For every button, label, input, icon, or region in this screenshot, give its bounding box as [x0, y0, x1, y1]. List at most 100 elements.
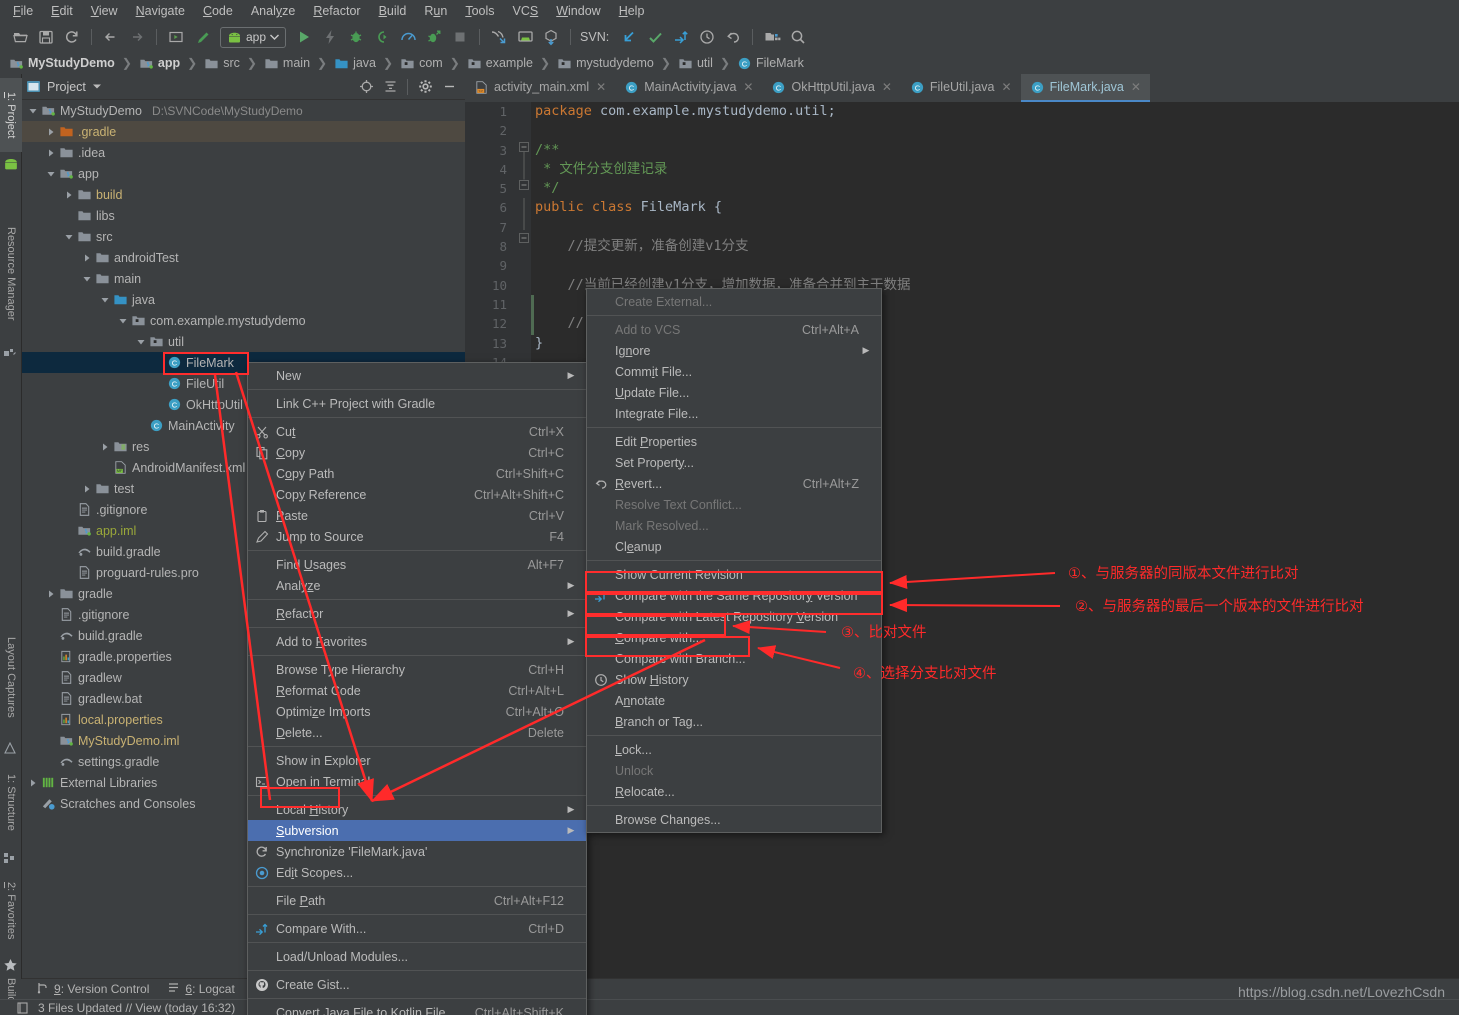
menu-tools[interactable]: Tools [456, 2, 503, 20]
collapse-all-icon[interactable] [378, 75, 402, 99]
submenu-item-cleanup[interactable]: Cleanup [587, 536, 881, 557]
editor-tab-activitymainxml[interactable]: <>activity_main.xml✕ [465, 74, 615, 102]
gradle-sync-icon[interactable] [190, 25, 214, 49]
tool-window-structure[interactable]: 1: Structure [0, 754, 22, 850]
context-menu-item-loadunloadmodules[interactable]: Load/Unload Modules... [248, 946, 586, 967]
context-menu-item-creategist[interactable]: Create Gist... [248, 974, 586, 995]
close-icon[interactable]: ✕ [882, 80, 892, 94]
editor-tab-filemarkjava[interactable]: CFileMark.java✕ [1021, 74, 1150, 102]
forward-arrow-icon[interactable] [125, 25, 149, 49]
tree-expander[interactable] [100, 441, 112, 453]
bottom-bar-9versioncontrol[interactable]: 9: Version Control [36, 981, 149, 997]
tree-expander[interactable] [46, 588, 58, 600]
chevron-right-icon[interactable] [28, 778, 38, 788]
submenu-item-unlock[interactable]: Unlock [587, 760, 881, 781]
compile-icon[interactable] [164, 25, 188, 49]
breadcrumb-item-app[interactable]: app [138, 56, 181, 71]
tree-row-gradle[interactable]: .gradle [22, 121, 465, 142]
tree-row-mystudydemo[interactable]: MyStudyDemoD:\SVNCode\MyStudyDemo [22, 100, 465, 121]
tree-expander[interactable] [28, 105, 40, 117]
editor-tab-okhttputiljava[interactable]: COkHttpUtil.java✕ [762, 74, 900, 102]
context-menu-item-new[interactable]: New▶ [248, 365, 586, 386]
context-menu-item-subversion[interactable]: Subversion▶ [248, 820, 586, 841]
context-menu-item-analyze[interactable]: Analyze▶ [248, 575, 586, 596]
context-menu-item-editscopes[interactable]: Edit Scopes... [248, 862, 586, 883]
avd-manager-icon[interactable] [513, 25, 537, 49]
debug-exit-icon[interactable] [422, 25, 446, 49]
menu-help[interactable]: Help [610, 2, 654, 20]
chevron-down-icon[interactable] [136, 337, 146, 347]
context-menu-item-showinexplorer[interactable]: Show in Explorer [248, 750, 586, 771]
submenu-item-updatefile[interactable]: Update File... [587, 382, 881, 403]
context-menu-item-optimizeimports[interactable]: Optimize ImportsCtrl+Alt+O [248, 701, 586, 722]
tree-expander[interactable] [46, 147, 58, 159]
debug-icon[interactable] [344, 25, 368, 49]
context-menu-item-cut[interactable]: CutCtrl+X [248, 421, 586, 442]
open-project-icon[interactable] [8, 25, 32, 49]
breadcrumb-item-util[interactable]: util [677, 56, 714, 71]
gear-icon[interactable] [413, 75, 437, 99]
tree-expander[interactable] [64, 189, 76, 201]
menu-file[interactable]: File [4, 2, 42, 20]
chevron-right-icon[interactable] [64, 190, 74, 200]
subversion-submenu[interactable]: Create External...Add to VCSCtrl+Alt+AIg… [586, 288, 882, 833]
sdk-manager-icon[interactable] [487, 25, 511, 49]
context-menu-item-addtofavorites[interactable]: Add to Favorites▶ [248, 631, 586, 652]
chevron-down-icon[interactable] [46, 169, 56, 179]
context-menu-item-paste[interactable]: PasteCtrl+V [248, 505, 586, 526]
submenu-item-commitfile[interactable]: Commit File... [587, 361, 881, 382]
chevron-down-icon[interactable] [82, 274, 92, 284]
tree-expander[interactable] [100, 294, 112, 306]
back-arrow-icon[interactable] [99, 25, 123, 49]
menu-vcs[interactable]: VCS [504, 2, 548, 20]
close-icon[interactable]: ✕ [1131, 80, 1141, 94]
attach-debugger-icon[interactable] [370, 25, 394, 49]
context-menu-item-filepath[interactable]: File PathCtrl+Alt+F12 [248, 890, 586, 911]
close-icon[interactable]: ✕ [596, 80, 606, 94]
context-menu-item-convertjavafiletokotlinfile[interactable]: Convert Java File to Kotlin FileCtrl+Alt… [248, 1002, 586, 1015]
tree-row-main[interactable]: main [22, 268, 465, 289]
submenu-item-comparewithbranch[interactable]: Compare with Branch... [587, 648, 881, 669]
chevron-down-icon[interactable] [92, 83, 102, 90]
project-structure-icon[interactable] [760, 25, 784, 49]
submenu-item-lock[interactable]: Lock... [587, 739, 881, 760]
menu-view[interactable]: View [82, 2, 127, 20]
breadcrumb-item-mystudydemo[interactable]: mystudydemo [556, 56, 655, 71]
profiler-icon[interactable] [396, 25, 420, 49]
chevron-down-icon[interactable] [100, 295, 110, 305]
editor-tab-fileutiljava[interactable]: CFileUtil.java✕ [901, 74, 1021, 102]
tree-row-libs[interactable]: libs [22, 205, 465, 226]
save-all-icon[interactable] [34, 25, 58, 49]
breadcrumb-item-java[interactable]: java [333, 56, 377, 71]
submenu-item-relocate[interactable]: Relocate... [587, 781, 881, 802]
chevron-down-icon[interactable] [64, 232, 74, 242]
tree-expander[interactable] [118, 315, 130, 327]
tree-expander[interactable] [82, 252, 94, 264]
chevron-right-icon[interactable] [46, 127, 56, 137]
svn-history-icon[interactable] [695, 25, 719, 49]
tree-row-java[interactable]: java [22, 289, 465, 310]
chevron-down-icon[interactable] [118, 316, 128, 326]
submenu-item-revert[interactable]: Revert...Ctrl+Alt+Z [587, 473, 881, 494]
chevron-right-icon[interactable] [82, 253, 92, 263]
submenu-item-browsechanges[interactable]: Browse Changes... [587, 809, 881, 830]
context-menu-item-localhistory[interactable]: Local History▶ [248, 799, 586, 820]
tree-expander[interactable] [46, 168, 58, 180]
context-menu-item-findusages[interactable]: Find UsagesAlt+F7 [248, 554, 586, 575]
context-menu-item-copy[interactable]: CopyCtrl+C [248, 442, 586, 463]
minimize-icon[interactable] [437, 75, 461, 99]
submenu-item-showcurrentrevision[interactable]: Show Current Revision [587, 564, 881, 585]
context-menu-item-copyreference[interactable]: Copy ReferenceCtrl+Alt+Shift+C [248, 484, 586, 505]
menu-edit[interactable]: Edit [42, 2, 82, 20]
tree-row-androidtest[interactable]: androidTest [22, 247, 465, 268]
chevron-right-icon[interactable] [46, 148, 56, 158]
breadcrumb-item-filemark[interactable]: CFileMark [736, 56, 805, 71]
tree-row-src[interactable]: src [22, 226, 465, 247]
search-icon[interactable] [786, 25, 810, 49]
close-icon[interactable]: ✕ [743, 80, 753, 94]
svn-commit-icon[interactable] [643, 25, 667, 49]
chevron-down-icon[interactable] [28, 106, 38, 116]
tool-window-layoutcaptures[interactable]: Layout Captures [0, 614, 22, 740]
device-download-icon[interactable] [539, 25, 563, 49]
breadcrumb-item-main[interactable]: main [263, 56, 311, 71]
